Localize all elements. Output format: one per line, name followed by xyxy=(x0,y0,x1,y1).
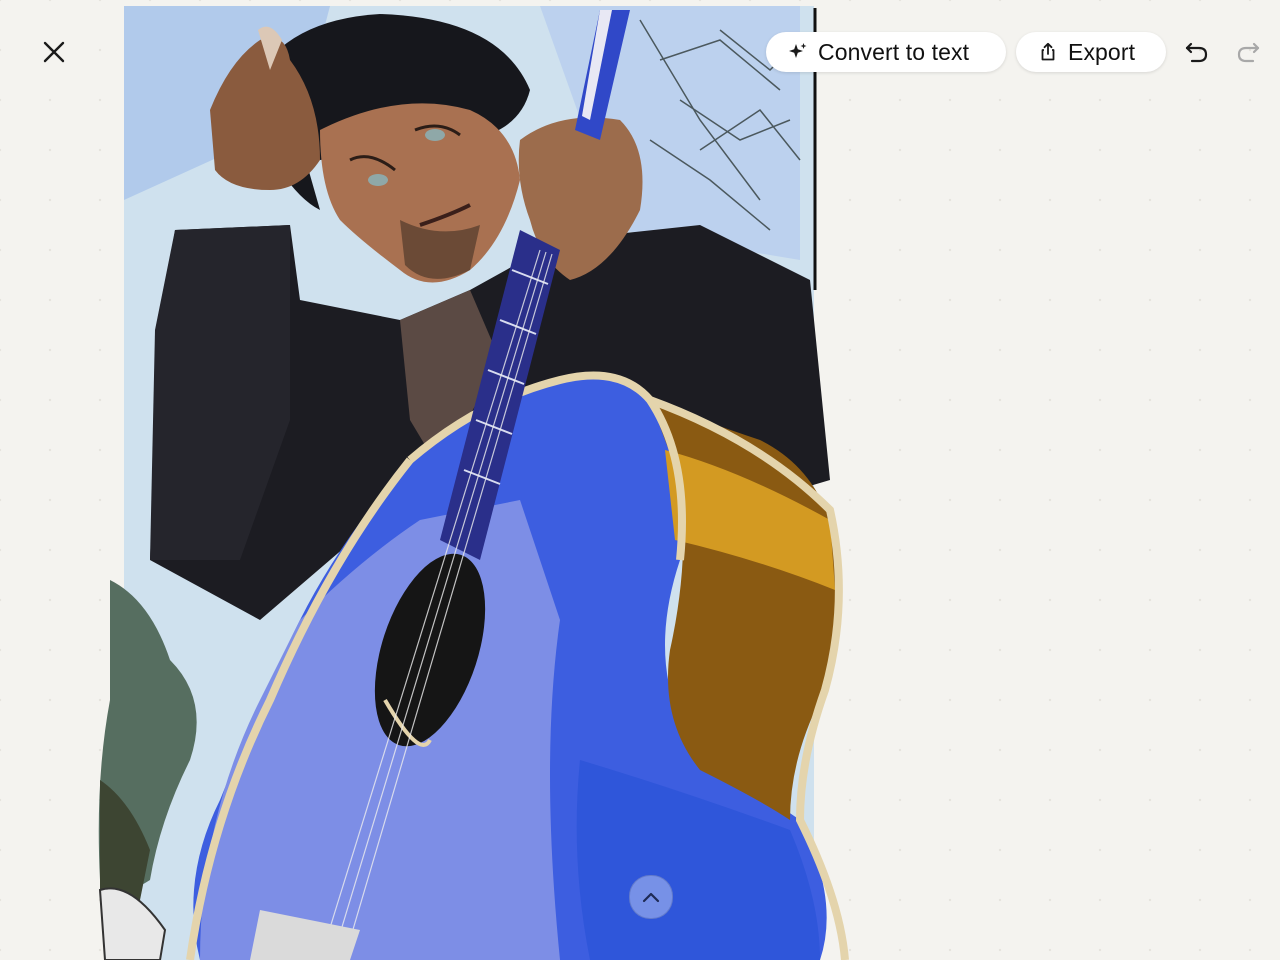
chevron-up-icon xyxy=(642,892,660,903)
close-button[interactable] xyxy=(32,30,76,74)
undo-button[interactable] xyxy=(1175,30,1219,74)
drawing-canvas[interactable]: Convert to text Export xyxy=(0,0,1280,960)
convert-to-text-button[interactable]: Convert to text xyxy=(766,32,1006,72)
close-icon xyxy=(43,41,65,63)
convert-to-text-label: Convert to text xyxy=(818,38,970,65)
share-icon xyxy=(1038,42,1058,62)
artwork-illustration xyxy=(98,6,849,960)
redo-button[interactable] xyxy=(1226,30,1270,74)
sparkle-icon xyxy=(788,42,808,62)
export-button[interactable]: Export xyxy=(1016,32,1166,72)
collapse-button[interactable] xyxy=(629,875,673,919)
redo-icon xyxy=(1237,42,1260,63)
export-label: Export xyxy=(1068,38,1136,65)
undo-icon xyxy=(1185,42,1208,63)
